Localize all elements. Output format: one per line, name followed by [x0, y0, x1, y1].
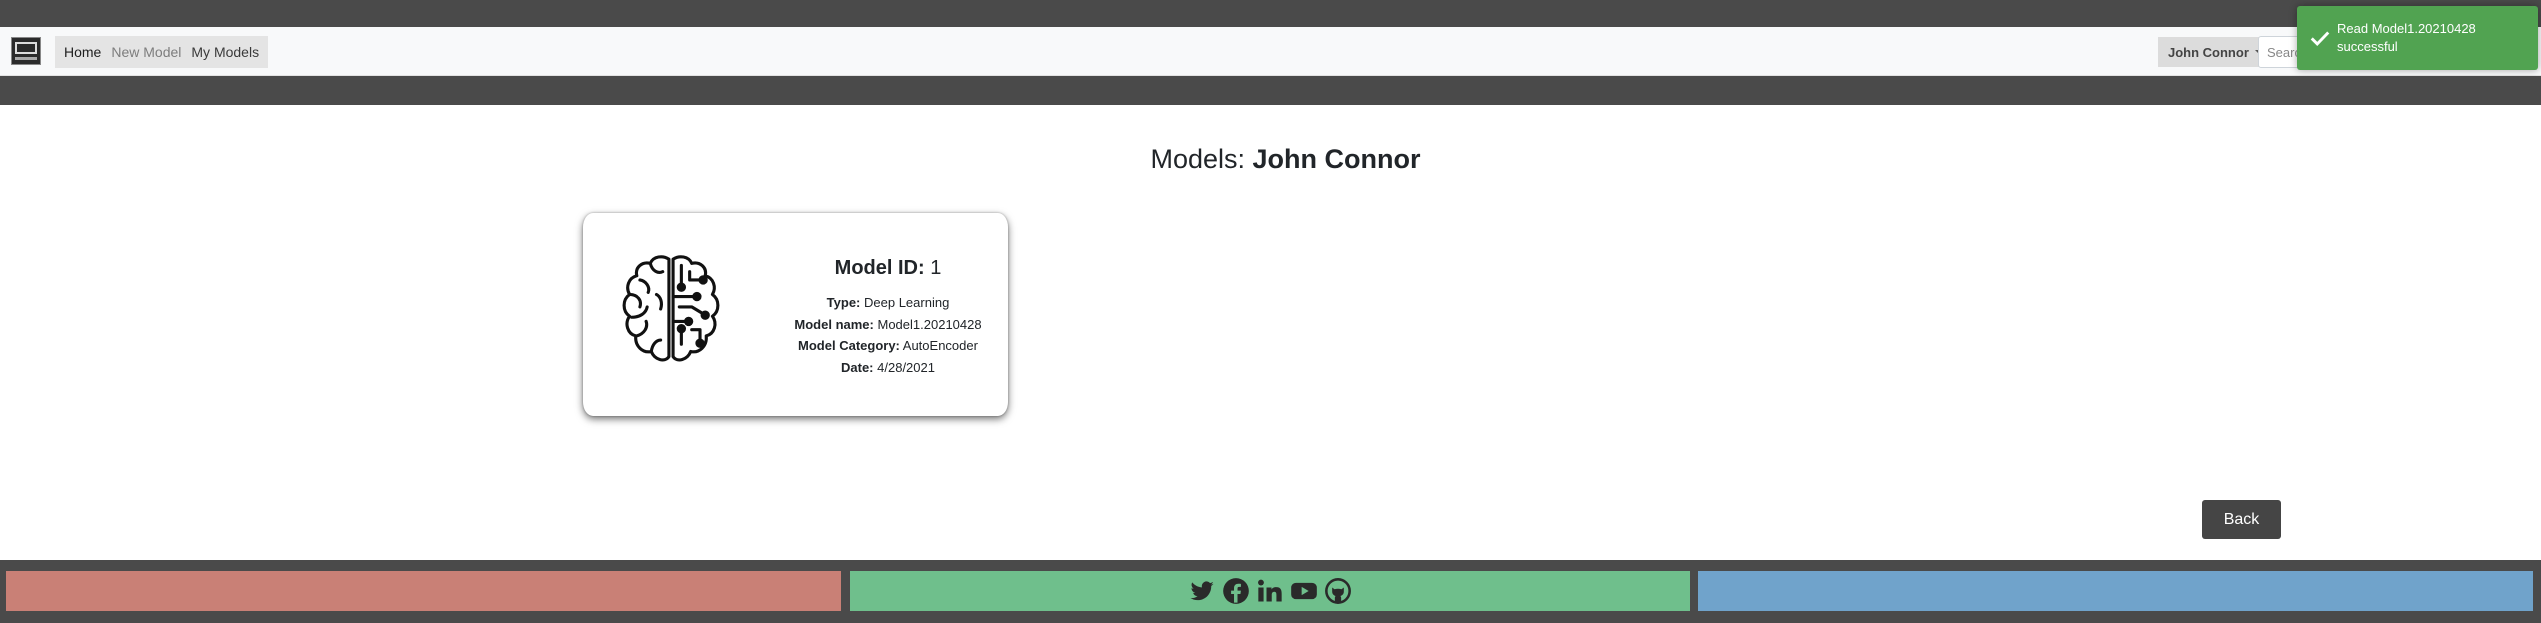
toast-notification[interactable]: Read Model1.20210428 successful — [2297, 6, 2538, 70]
field-value: Model1.20210428 — [877, 316, 982, 332]
model-type-row: Type: Deep Learning — [773, 292, 1003, 314]
nav-new-model[interactable]: New Model — [106, 44, 186, 60]
field-label: Model Category: — [798, 338, 900, 353]
page-title-prefix: Models: — [1150, 144, 1246, 174]
linkedin-icon[interactable] — [1256, 577, 1284, 605]
toast-message: Read Model1.20210428 successful — [2337, 21, 2476, 54]
page-title-name: John Connor — [1252, 144, 1421, 174]
field-value: AutoEncoder — [902, 338, 978, 353]
field-value: Deep Learning — [864, 295, 950, 310]
back-button[interactable]: Back — [2202, 500, 2281, 539]
nav-home[interactable]: Home — [59, 44, 106, 60]
model-date-row: Date: 4/28/2021 — [773, 357, 1003, 379]
nav-links: Home New Model My Models — [55, 36, 269, 68]
facebook-icon[interactable] — [1222, 577, 1250, 605]
check-icon — [2310, 31, 2330, 47]
header-band — [0, 76, 2541, 105]
field-label: Model name: — [794, 316, 874, 332]
model-id-value: 1 — [930, 257, 942, 279]
youtube-icon[interactable] — [1290, 577, 1318, 605]
nav-my-models[interactable]: My Models — [186, 44, 264, 60]
model-card-details: Model ID: 1 Type: Deep Learning Model na… — [773, 257, 1003, 378]
model-card[interactable]: Model ID: 1 Type: Deep Learning Model na… — [583, 213, 1008, 416]
twitter-icon[interactable] — [1188, 577, 1216, 605]
user-name: John Connor — [2168, 44, 2249, 60]
field-label: Date: — [841, 359, 874, 375]
footer — [0, 560, 2541, 623]
brain-circuit-icon — [622, 255, 720, 362]
model-id-label: Model ID: — [834, 257, 925, 279]
navbar: Home New Model My Models John Connor — [0, 27, 2541, 76]
site-logo[interactable] — [11, 37, 41, 65]
field-value: 4/28/2021 — [877, 359, 935, 375]
user-dropdown[interactable]: John Connor — [2158, 37, 2273, 67]
field-label: Type: — [826, 295, 861, 310]
top-strip — [0, 0, 2541, 27]
footer-column-right — [1698, 571, 2533, 611]
model-name-row: Model name: Model1.20210428 — [773, 314, 1003, 336]
footer-column-left — [6, 571, 841, 611]
footer-column-social — [850, 571, 1690, 611]
github-icon[interactable] — [1324, 577, 1352, 605]
model-category-row: Model Category: AutoEncoder — [773, 335, 1003, 357]
logo-underline — [15, 57, 37, 60]
logo-frame — [15, 42, 37, 54]
page-title: Models: John Connor — [0, 144, 2541, 175]
model-id: Model ID: 1 — [773, 257, 1003, 280]
